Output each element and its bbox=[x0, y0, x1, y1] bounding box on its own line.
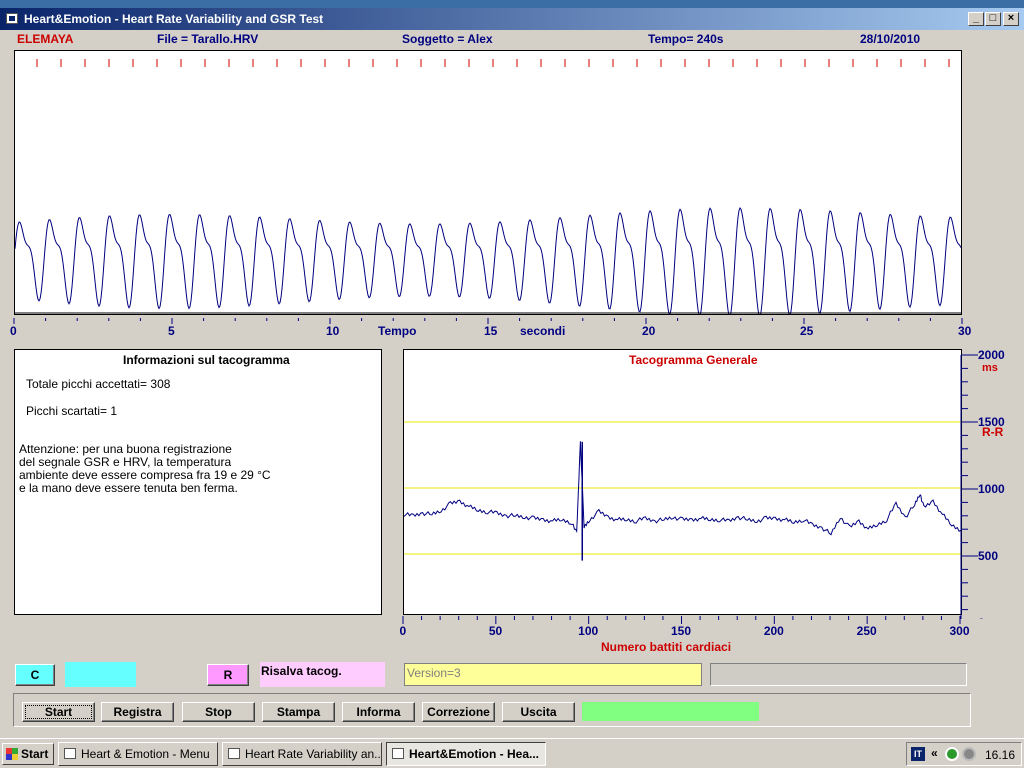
waveform-tick-marks bbox=[13, 318, 963, 324]
info-panel-title: Informazioni sul tacogramma bbox=[123, 353, 290, 367]
tachogram-x-label: Numero battiti cardiaci bbox=[601, 640, 732, 654]
close-button[interactable]: × bbox=[1003, 12, 1019, 26]
task-button-menu[interactable]: Heart & Emotion - Menu bbox=[58, 742, 218, 766]
risalva-tacog-field[interactable]: Risalva tacog. bbox=[260, 662, 385, 687]
tachogram-title: Tacogramma Generale bbox=[629, 353, 758, 367]
waveform-tick-label: 0 bbox=[10, 324, 17, 338]
stampa-button[interactable]: Stampa bbox=[262, 702, 335, 722]
main-window: Heart&Emotion - Heart Rate Variability a… bbox=[0, 8, 1024, 738]
waveform-tick-label: 10 bbox=[326, 324, 340, 338]
waveform-series-line bbox=[15, 207, 961, 314]
waveform-panel bbox=[14, 50, 962, 315]
app-icon[interactable] bbox=[6, 13, 18, 24]
windows-logo-icon bbox=[6, 748, 18, 760]
x-tick-label: 150 bbox=[671, 624, 692, 638]
language-indicator[interactable]: IT bbox=[911, 747, 925, 761]
network-icon[interactable] bbox=[945, 747, 959, 761]
task-button-hrv[interactable]: Heart Rate Variability an... bbox=[222, 742, 382, 766]
info-panel: Informazioni sul tacogramma Totale picch… bbox=[14, 349, 382, 615]
stop-button[interactable]: Stop bbox=[182, 702, 255, 722]
axis-label-secondi: secondi bbox=[520, 324, 566, 338]
maximize-button[interactable]: □ bbox=[985, 12, 1001, 26]
taskbar: Start Heart & Emotion - Menu Heart Rate … bbox=[0, 738, 1024, 768]
x-tick-label: 0 bbox=[399, 624, 407, 638]
correzione-button[interactable]: Correzione bbox=[422, 702, 495, 722]
subject-label: Soggetto = Alex bbox=[402, 32, 493, 46]
accepted-peaks: Totale picchi accettati= 308 bbox=[26, 377, 171, 391]
waveform-chart bbox=[15, 59, 961, 314]
waveform-tick-label: 5 bbox=[168, 324, 175, 338]
registra-button[interactable]: Registra bbox=[101, 702, 174, 722]
minimize-button[interactable]: _ bbox=[968, 12, 984, 26]
tray-expand-icon[interactable]: « bbox=[931, 746, 938, 760]
x-tick-label: 100 bbox=[578, 624, 599, 638]
warning-line-1: Attenzione: per una buona registrazione bbox=[19, 442, 232, 456]
task-label: Heart Rate Variability an... bbox=[245, 747, 382, 761]
warning-line-3: ambiente deve essere compresa fra 19 e 2… bbox=[19, 468, 271, 482]
x-tick-label: 300 bbox=[949, 624, 970, 638]
c-button[interactable]: C bbox=[15, 664, 55, 686]
x-tick-label: 200 bbox=[763, 624, 784, 638]
date-label: 28/10/2010 bbox=[860, 32, 921, 46]
waveform-tick-label: 15 bbox=[484, 324, 498, 338]
warning-line-2: del segnale GSR e HRV, la temperatura bbox=[19, 455, 232, 469]
task-button-heart-emotion[interactable]: Heart&Emotion - Hea... bbox=[386, 742, 546, 766]
system-tray: IT « 16.16 bbox=[906, 742, 1022, 766]
desktop-background bbox=[0, 0, 1024, 8]
security-icon[interactable] bbox=[962, 747, 976, 761]
window-icon bbox=[392, 748, 404, 759]
window-title: Heart&Emotion - Heart Rate Variability a… bbox=[24, 12, 324, 26]
informa-button[interactable]: Informa bbox=[342, 702, 415, 722]
uscita-button[interactable]: Uscita bbox=[502, 702, 575, 722]
y-tick-label: 1000 bbox=[978, 482, 1005, 496]
r-button[interactable]: R bbox=[207, 664, 249, 686]
tachogram-x-axis: Numero battiti cardiaci 0 50 100 150 200 250 3… bbox=[390, 616, 980, 656]
warning-line-4: e la mano deve essere tenuta ben ferma. bbox=[19, 481, 238, 495]
waveform-x-axis: Tempo secondi 0 5 10 15 20 25 30 bbox=[0, 318, 1000, 344]
title-bar[interactable]: Heart&Emotion - Heart Rate Variability a… bbox=[0, 8, 1024, 30]
task-label: Heart&Emotion - Hea... bbox=[409, 747, 540, 761]
y-tick-label: 2000 bbox=[978, 348, 1005, 362]
waveform-tick-label: 30 bbox=[958, 324, 972, 338]
time-label: Tempo= 240s bbox=[648, 32, 724, 46]
version-field: Version=3 bbox=[404, 663, 702, 686]
y-tick-label: 500 bbox=[978, 549, 998, 563]
tachogram-panel: Tacogramma Generale bbox=[403, 349, 962, 615]
status-field bbox=[710, 663, 967, 686]
window-icon bbox=[228, 748, 240, 759]
x-tick-label: 50 bbox=[488, 624, 503, 638]
clock: 16.16 bbox=[985, 748, 1016, 762]
tachogram-y-label: R-R bbox=[982, 425, 1004, 439]
taskbar-start-label: Start bbox=[21, 747, 49, 761]
file-label: File = Tarallo.HRV bbox=[157, 32, 259, 46]
task-label: Heart & Emotion - Menu bbox=[81, 747, 210, 761]
rejected-peaks: Picchi scartati= 1 bbox=[26, 404, 118, 418]
waveform-tick-label: 25 bbox=[800, 324, 814, 338]
tachogram-chart bbox=[404, 421, 961, 561]
waveform-tick-label: 20 bbox=[642, 324, 656, 338]
start-button[interactable]: Start bbox=[22, 702, 95, 722]
x-tick-label: 250 bbox=[856, 624, 877, 638]
tachogram-unit: ms bbox=[982, 362, 998, 374]
header-info: ELEMAYA File = Tarallo.HRV Soggetto = Al… bbox=[0, 32, 1024, 50]
window-icon bbox=[64, 748, 76, 759]
progress-indicator bbox=[582, 702, 759, 721]
c-indicator bbox=[65, 662, 136, 687]
brand-label: ELEMAYA bbox=[17, 32, 74, 46]
taskbar-start-button[interactable]: Start bbox=[2, 743, 54, 765]
tachogram-y-axis: 0500100015002000 bbox=[960, 348, 1005, 619]
axis-label-tempo: Tempo bbox=[378, 324, 417, 338]
